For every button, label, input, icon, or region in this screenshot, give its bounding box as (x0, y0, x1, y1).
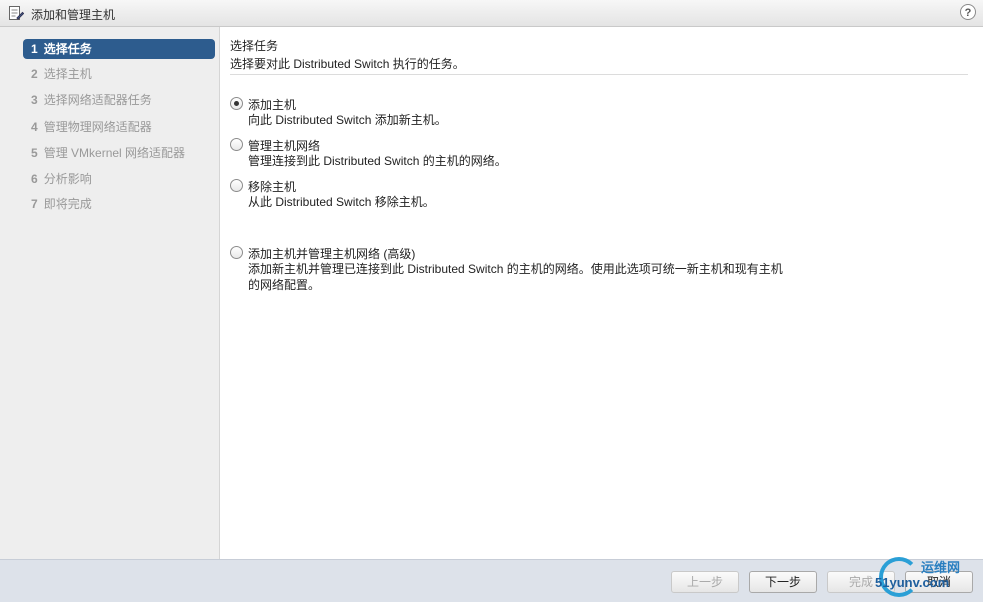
radio-add-hosts[interactable] (230, 97, 243, 110)
step-label: 选择主机 (43, 67, 92, 81)
radio-remove-hosts[interactable] (230, 179, 243, 192)
option-label: 管理主机网络 (248, 139, 321, 153)
radio-manage-host-networking[interactable] (230, 138, 243, 151)
wizard-icon (9, 6, 24, 20)
option-label: 添加主机并管理主机网络 (高级) (248, 247, 416, 261)
title-bar: 添加和管理主机 ? (0, 0, 983, 27)
watermark-text-top: 运维网 (921, 560, 961, 575)
step-label: 管理物理网络适配器 (43, 120, 152, 134)
option-label: 添加主机 (248, 98, 297, 112)
page-subtitle: 选择要对此 Distributed Switch 执行的任务。 (230, 57, 465, 71)
radio-add-and-manage-hosts[interactable] (230, 246, 243, 259)
step-select-adapter-tasks: 3 选择网络适配器任务 (31, 93, 152, 107)
main-content: 选择任务 选择要对此 Distributed Switch 执行的任务。 添加主… (220, 27, 983, 559)
option-description: 管理连接到此 Distributed Switch 的主机的网络。 (248, 154, 507, 168)
watermark-text-bottom: 51yunv.com (875, 575, 950, 590)
step-label: 管理 VMkernel 网络适配器 (43, 146, 186, 160)
option-description: 向此 Distributed Switch 添加新主机。 (248, 113, 447, 127)
divider (230, 74, 968, 75)
back-button[interactable]: 上一步 (671, 571, 739, 593)
step-label: 即将完成 (43, 197, 92, 211)
step-manage-vmkernel-adapters: 5 管理 VMkernel 网络适配器 (31, 146, 186, 160)
step-label: 分析影响 (43, 172, 92, 186)
page-title: 选择任务 (230, 39, 279, 53)
wizard-footer: 上一步 下一步 完成 取消 (0, 559, 983, 602)
help-button[interactable]: ? (960, 4, 976, 20)
step-label: 选择任务 (43, 42, 92, 56)
step-analyze-impact: 6 分析影响 (31, 172, 92, 186)
watermark-logo: 运维网 51yunv.com (873, 555, 983, 601)
step-ready-to-complete: 7 即将完成 (31, 197, 92, 211)
step-select-hosts: 2 选择主机 (31, 67, 92, 81)
next-button[interactable]: 下一步 (749, 571, 817, 593)
window-title: 添加和管理主机 (31, 8, 116, 22)
option-label: 移除主机 (248, 180, 297, 194)
step-manage-physical-adapters: 4 管理物理网络适配器 (31, 120, 152, 134)
option-description: 从此 Distributed Switch 移除主机。 (248, 195, 435, 209)
option-description: 添加新主机并管理已连接到此 Distributed Switch 的主机的网络。… (248, 262, 783, 292)
step-select-task[interactable]: 1 选择任务 (23, 39, 215, 59)
wizard-steps-sidebar: 1 选择任务 2 选择主机 3 选择网络适配器任务 4 管理物理网络适配器 5 管理 VM… (0, 27, 220, 559)
step-label: 选择网络适配器任务 (43, 93, 152, 107)
